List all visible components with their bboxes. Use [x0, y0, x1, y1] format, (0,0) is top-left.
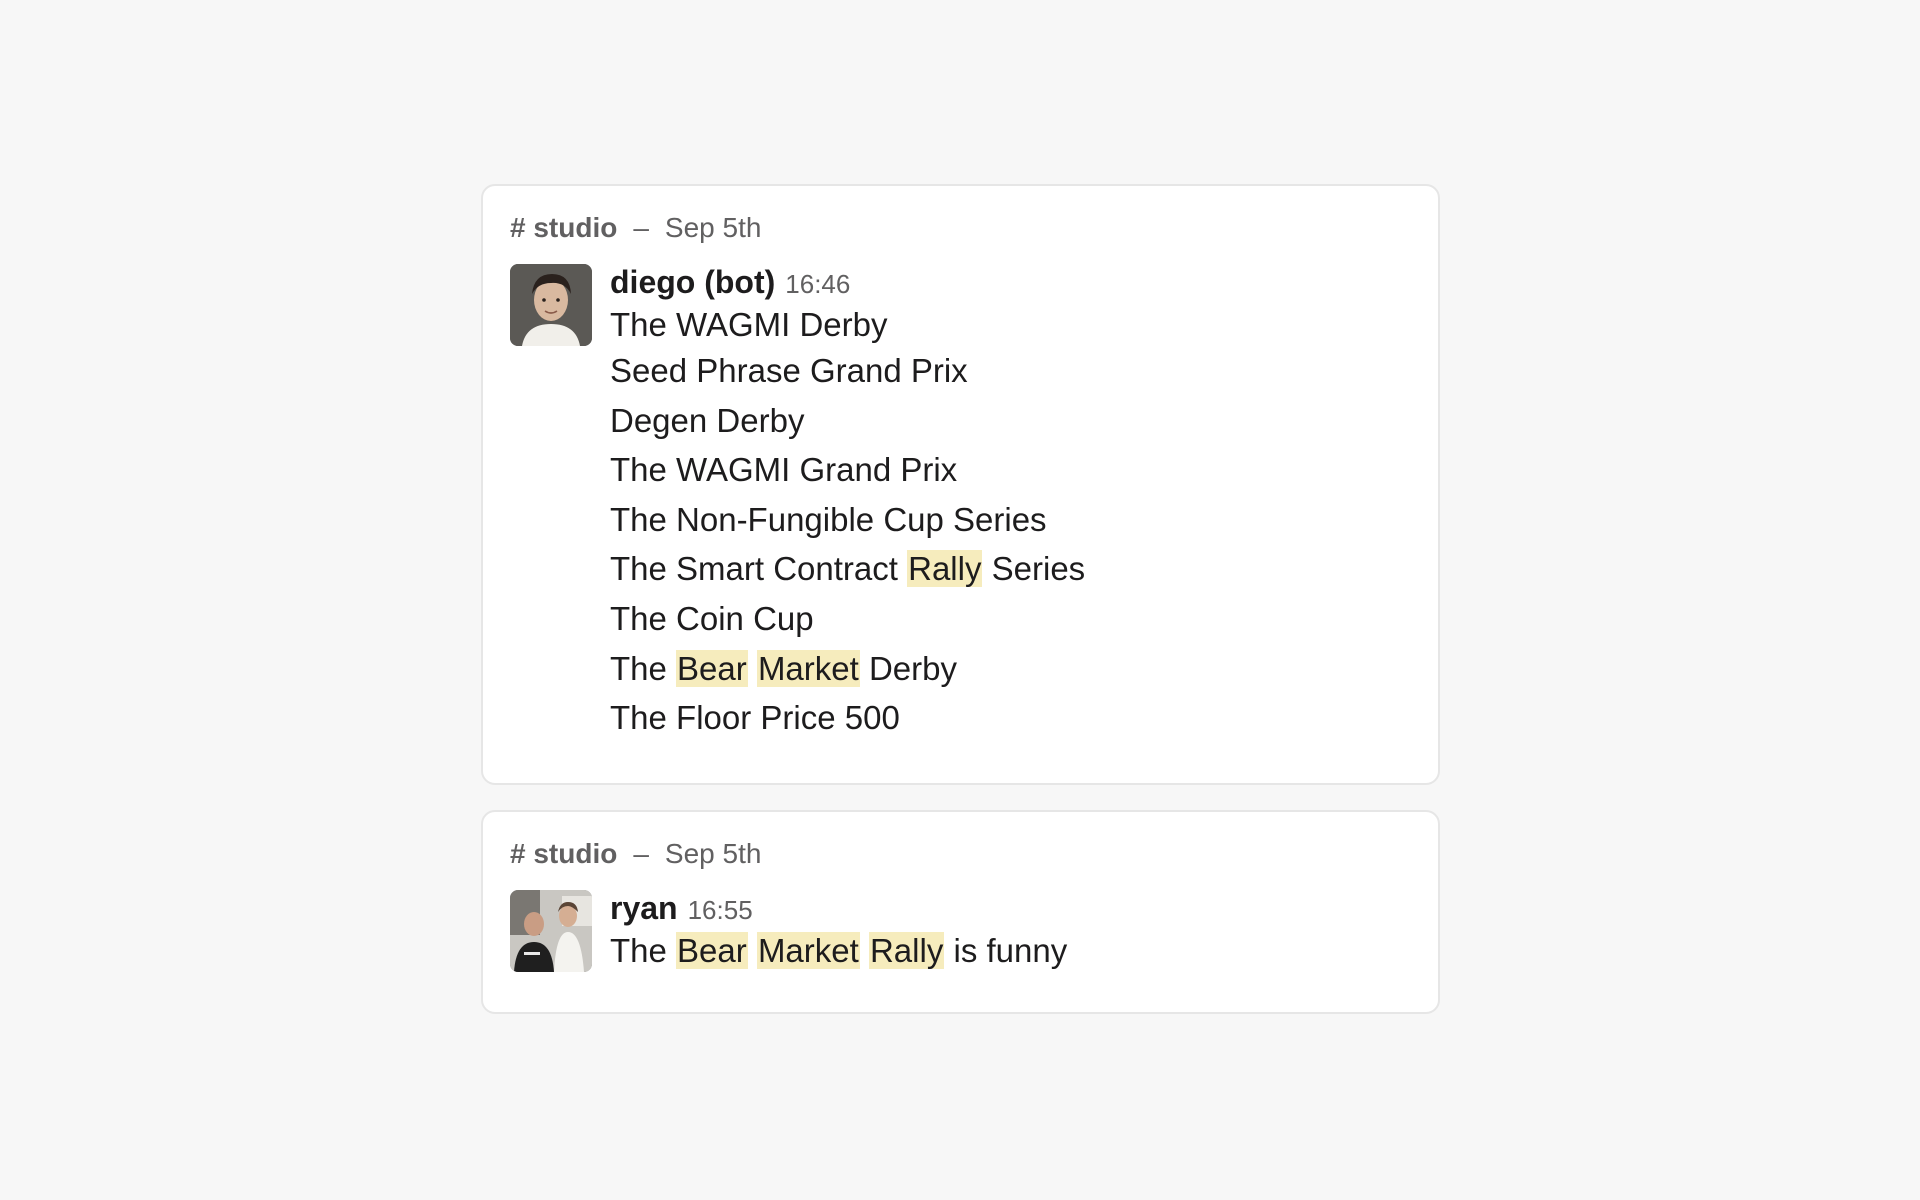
message-text-segment: The — [610, 649, 677, 687]
message-text-segment — [748, 932, 757, 969]
message-text-segment: The WAGMI Grand Prix — [610, 451, 958, 489]
search-highlight: Market — [756, 932, 860, 969]
message: ryan 16:55 The Bear Market Rally is funn… — [510, 890, 1408, 972]
search-highlight: Bear — [676, 932, 748, 969]
meta-separator: – — [633, 212, 649, 243]
message-line: The Floor Price 500 — [610, 693, 1408, 743]
search-result-card[interactable]: # studio – Sep 5th diego (bot) 16:46 The… — [481, 184, 1440, 785]
message-text-segment: The WAGMI Derby — [610, 306, 888, 343]
message-line: The Non-Fungible Cup Series — [610, 495, 1408, 545]
message-meta: # studio – Sep 5th — [510, 834, 1408, 874]
message-time[interactable]: 16:46 — [785, 269, 850, 300]
avatar[interactable] — [510, 890, 592, 972]
message-text: The WAGMI Derby Seed Phrase Grand Prix Deg… — [610, 304, 1408, 743]
message-date: Sep 5th — [664, 838, 762, 869]
search-highlight: Market — [756, 649, 860, 687]
message-text-segment: The Floor Price 500 — [610, 699, 900, 737]
avatar-diego-image — [510, 264, 592, 346]
message-text-segment: Derby — [859, 649, 957, 687]
message-text-segment: is funny — [944, 932, 1068, 969]
message-text-segment: The Coin Cup — [610, 599, 814, 637]
message-text-segment: The Smart Contract — [610, 550, 908, 588]
message-line: The Coin Cup — [610, 594, 1408, 644]
message-text-segment: The Non-Fungible Cup Series — [610, 500, 1047, 538]
author-name[interactable]: ryan — [610, 890, 678, 927]
message-line: The WAGMI Derby — [610, 304, 1408, 346]
message-line: Seed Phrase Grand Prix — [610, 346, 1408, 396]
message-text-segment: Seed Phrase Grand Prix — [610, 352, 968, 389]
message-header: ryan 16:55 — [610, 890, 1408, 930]
message-line: The WAGMI Grand Prix — [610, 445, 1408, 495]
message-text-segment: Series — [982, 550, 1086, 588]
search-highlight: Rally — [868, 932, 945, 969]
message-body: ryan 16:55 The Bear Market Rally is funn… — [610, 890, 1408, 972]
message-meta: # studio – Sep 5th — [510, 208, 1408, 248]
message-text-segment: Degen Derby — [610, 401, 805, 439]
message-line: Degen Derby — [610, 396, 1408, 446]
message-text-segment: The — [610, 932, 677, 969]
author-name[interactable]: diego (bot) — [610, 264, 775, 301]
search-result-card[interactable]: # studio – Sep 5th ryan 16:55 The Bear M — [481, 810, 1440, 1014]
channel-name[interactable]: # studio — [510, 834, 617, 874]
message-text-segment — [860, 932, 869, 969]
message-line: The Bear Market Rally is funny — [610, 930, 1408, 972]
message-body: diego (bot) 16:46 The WAGMI Derby Seed Ph… — [610, 264, 1408, 743]
message-time[interactable]: 16:55 — [688, 895, 753, 926]
message-line: The Smart Contract Rally Series — [610, 544, 1408, 594]
search-highlight: Bear — [676, 649, 748, 687]
message-text-segment — [748, 650, 757, 687]
search-highlight: Rally — [907, 550, 983, 588]
avatar-ryan-image — [510, 890, 592, 972]
message-header: diego (bot) 16:46 — [610, 264, 1408, 304]
channel-name[interactable]: # studio — [510, 208, 617, 248]
avatar[interactable] — [510, 264, 592, 346]
message-line: The Bear Market Derby — [610, 644, 1408, 694]
meta-separator: – — [633, 838, 649, 869]
message-text: The Bear Market Rally is funny — [610, 930, 1408, 972]
message-date: Sep 5th — [664, 212, 762, 243]
message: diego (bot) 16:46 The WAGMI Derby Seed Ph… — [510, 264, 1408, 743]
